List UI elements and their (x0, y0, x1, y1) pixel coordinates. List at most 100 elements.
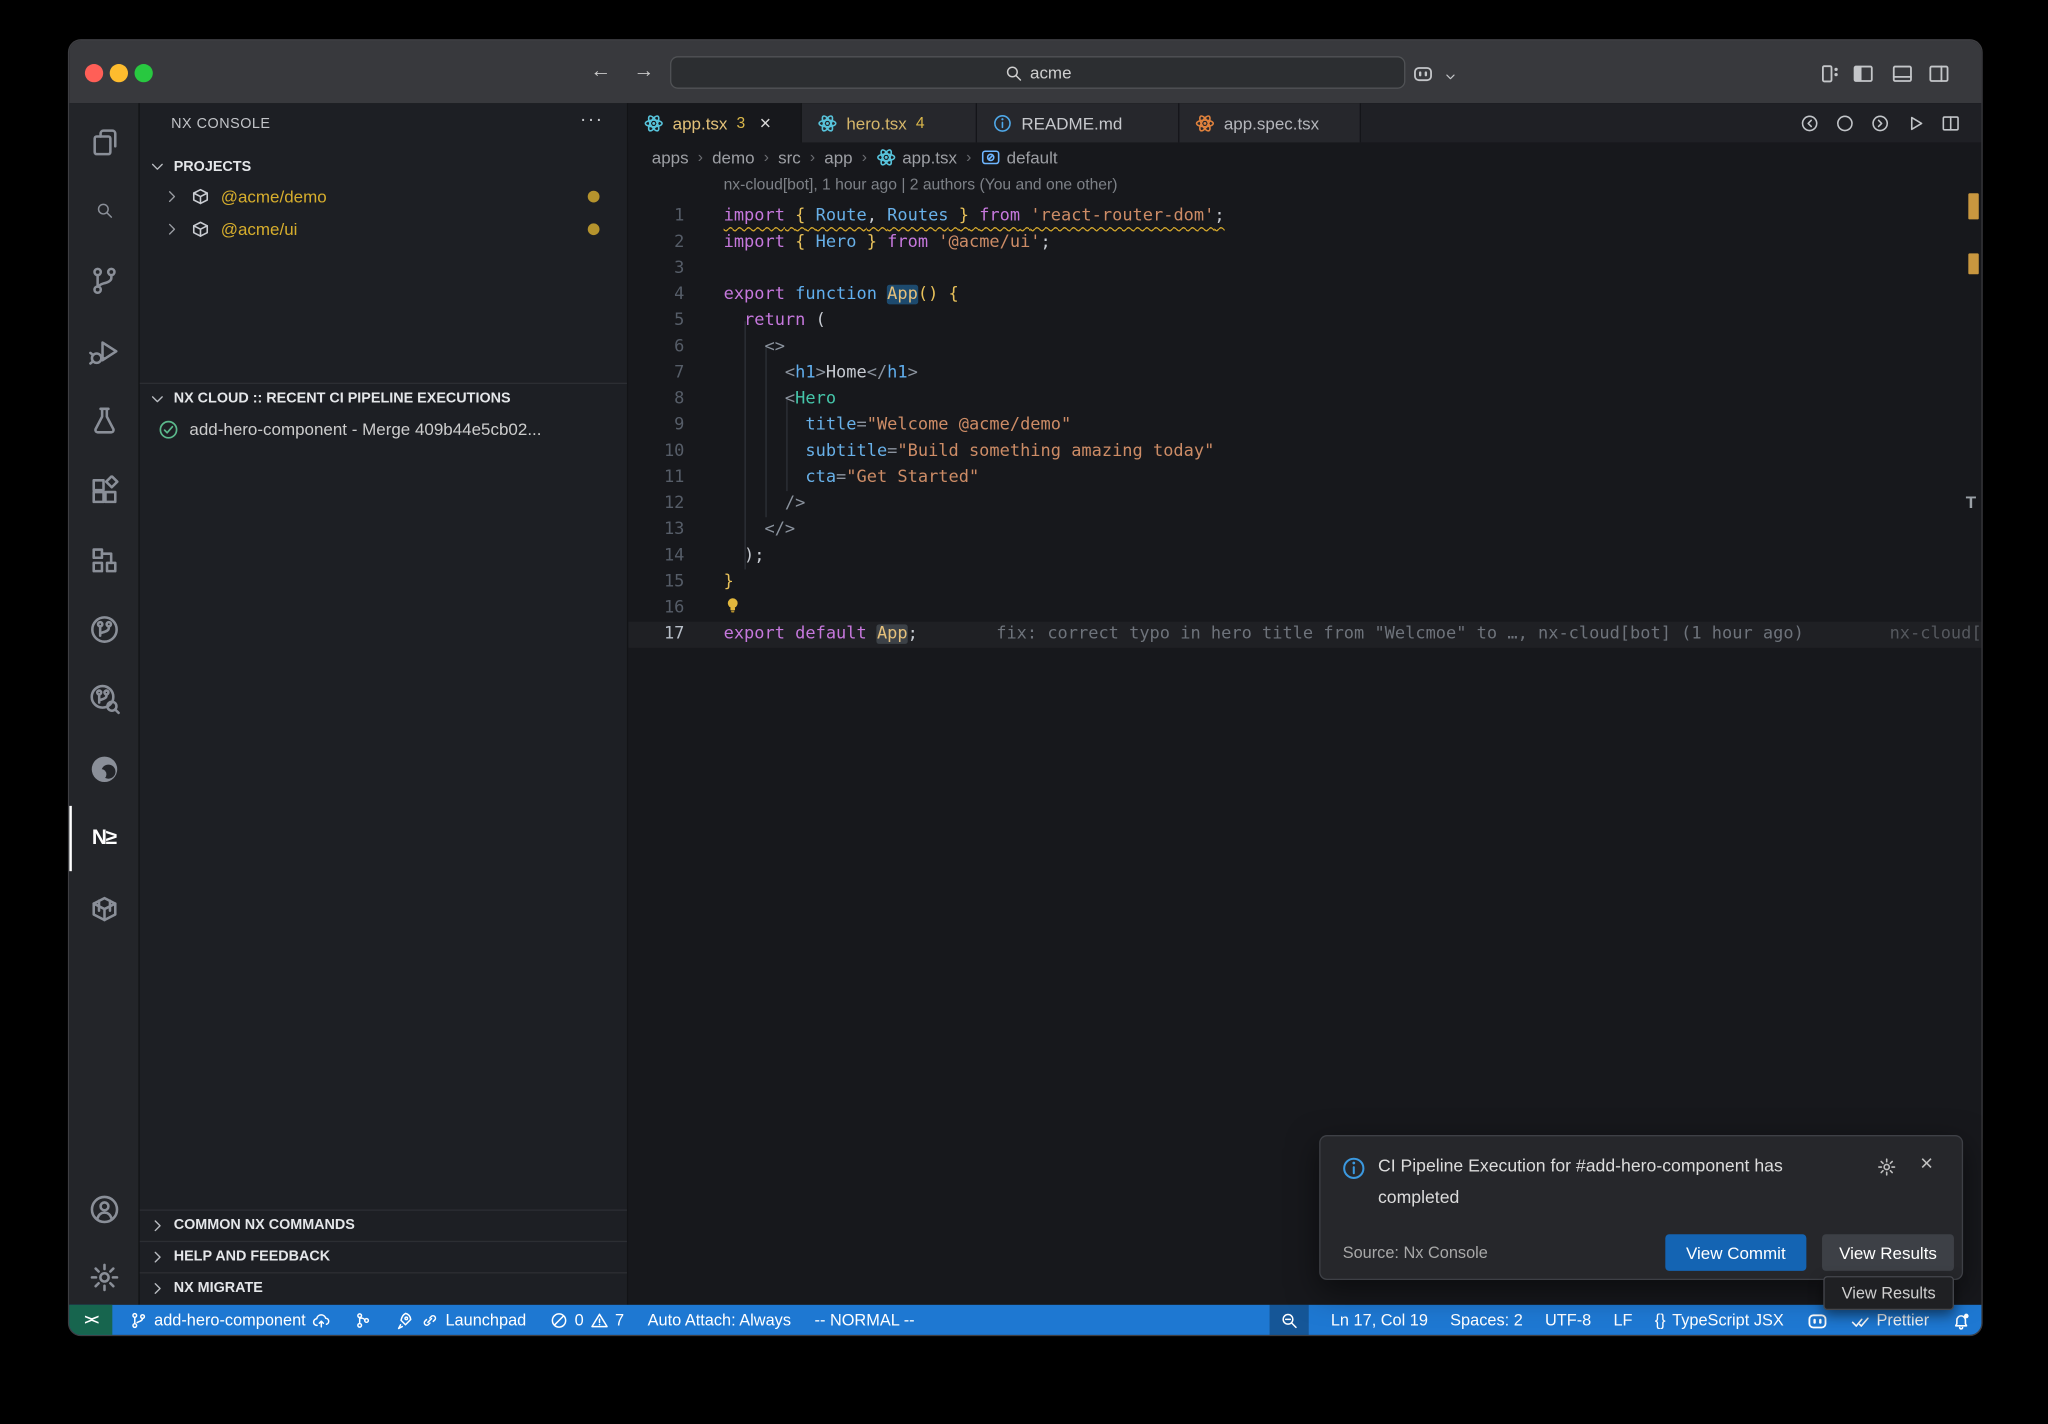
status-cursor-position[interactable]: Ln 17, Col 19 (1331, 1311, 1428, 1329)
code-line-4[interactable]: 4export function App() { (628, 282, 1982, 308)
chevron-down-icon[interactable] (1443, 67, 1457, 91)
nx-cloud-section-header[interactable]: NX CLOUD :: RECENT CI PIPELINE EXECUTION… (140, 383, 627, 413)
collapsed-section-0[interactable]: COMMON NX COMMANDS (140, 1209, 627, 1239)
back-button[interactable]: ← (590, 57, 611, 86)
view-results-button[interactable]: View Results (1822, 1234, 1954, 1271)
projects-section-header[interactable]: PROJECTS (140, 152, 627, 182)
line-content: title="Welcome @acme/demo" (724, 413, 1072, 439)
activity-item-testing[interactable] (69, 394, 138, 446)
zoom-traffic-light[interactable] (135, 64, 153, 82)
activity-item-run-and-debug[interactable] (69, 325, 138, 377)
code-line-2[interactable]: 2import { Hero } from '@acme/ui'; (628, 230, 1982, 256)
info-icon (993, 113, 1013, 133)
status-text: LF (1613, 1311, 1632, 1329)
activity-item-explorer[interactable] (69, 116, 138, 168)
activity-item-accounts[interactable] (69, 1183, 138, 1235)
code-line-15[interactable]: 15} (628, 569, 1982, 595)
view-commit-button[interactable]: View Commit (1665, 1234, 1806, 1271)
status-source-control-graph[interactable] (354, 1311, 372, 1329)
code-area[interactable]: 1import { Route, Routes } from 'react-ro… (628, 204, 1982, 648)
activity-item-nx-console[interactable]: N≥ (69, 812, 138, 864)
editor-action-circle[interactable] (1835, 113, 1855, 133)
code-line-12[interactable]: 12 /> (628, 491, 1982, 517)
pipeline-execution-item[interactable]: add-hero-component - Merge 409b44e5cb02.… (140, 413, 627, 446)
activity-item-source-control[interactable] (69, 255, 138, 307)
tab-app.spec.tsx[interactable]: app.spec.tsx (1179, 103, 1361, 142)
tab-hero.tsx[interactable]: hero.tsx4 (802, 103, 977, 142)
breadcrumb[interactable]: apps›demo›src›app›app.tsx›default (652, 142, 1058, 171)
status-indentation[interactable]: Spaces: 2 (1450, 1311, 1523, 1329)
editor-action-split-editor[interactable] (1941, 113, 1961, 133)
activity-item-settings-gear[interactable] (69, 1251, 138, 1303)
project-item[interactable]: @acme/ui (140, 213, 627, 246)
status-language-mode[interactable]: {}TypeScript JSX (1655, 1311, 1784, 1329)
status-eol[interactable]: LF (1613, 1311, 1632, 1329)
activity-item-nx-graph[interactable] (69, 534, 138, 586)
workbench: N≥ NX CONSOLE ··· PROJECTS @acme/demo@ac… (69, 103, 1982, 1305)
editor-action-next-change[interactable] (1870, 113, 1890, 133)
lightbulb-icon[interactable] (724, 596, 742, 617)
toggle-secondary-sidebar-icon[interactable] (1928, 63, 1950, 92)
code-line-16[interactable]: 16 (628, 596, 1982, 622)
breadcrumb-item-app[interactable]: app (824, 147, 852, 167)
activity-item-search[interactable] (69, 184, 138, 236)
breadcrumb-item-src[interactable]: src (778, 147, 801, 167)
activity-item-nx-project-details[interactable] (69, 673, 138, 725)
status-launchpad[interactable]: Launchpad (396, 1311, 526, 1329)
line-content: export function App() { (724, 282, 959, 308)
close-icon[interactable]: × (760, 112, 771, 134)
code-line-7[interactable]: 7 <h1>Home</h1> (628, 360, 1982, 386)
activity-item-package-explorer[interactable] (69, 883, 138, 935)
breadcrumb-item-apps[interactable]: apps (652, 147, 689, 167)
activity-item-extensions[interactable] (69, 465, 138, 517)
command-center-search[interactable]: acme (670, 56, 1405, 89)
status-zoom-indicator[interactable] (1269, 1305, 1308, 1336)
code-line-13[interactable]: 13 </> (628, 517, 1982, 543)
customize-layout-icon[interactable] (1819, 63, 1841, 92)
editor-action-run-file[interactable] (1906, 113, 1926, 133)
collapsed-section-2[interactable]: NX MIGRATE (140, 1272, 627, 1302)
status-encoding[interactable]: UTF-8 (1545, 1311, 1591, 1329)
close-traffic-light[interactable] (85, 64, 103, 82)
editor-action-prev-change[interactable] (1800, 113, 1820, 133)
code-line-11[interactable]: 11 cta="Get Started" (628, 465, 1982, 491)
toggle-primary-sidebar-icon[interactable] (1852, 63, 1874, 92)
close-icon[interactable]: × (1920, 1151, 1933, 1177)
status-vim-mode[interactable]: -- NORMAL -- (815, 1311, 915, 1329)
code-line-8[interactable]: 8 <Hero (628, 387, 1982, 413)
code-line-17[interactable]: 17export default App;fix: correct typo i… (628, 622, 1982, 648)
status-notifications-bell[interactable] (1951, 1311, 1971, 1331)
activity-item-edge-browser[interactable] (69, 743, 138, 795)
code-line-14[interactable]: 14 ); (628, 543, 1982, 569)
more-actions-icon[interactable]: ··· (580, 108, 604, 130)
status-copilot-status[interactable] (1806, 1309, 1828, 1331)
code-line-9[interactable]: 9 title="Welcome @acme/demo" (628, 413, 1982, 439)
activity-item-nx-cloud-circle[interactable] (69, 603, 138, 655)
code-line-1[interactable]: 1import { Route, Routes } from 'react-ro… (628, 204, 1982, 230)
tab-app.tsx[interactable]: app.tsx3× (628, 103, 802, 142)
code-line-6[interactable]: 6 <> (628, 334, 1982, 360)
minimize-traffic-light[interactable] (110, 64, 128, 82)
toggle-panel-icon[interactable] (1891, 63, 1913, 92)
cloud-upload-icon (312, 1311, 330, 1329)
breadcrumb-item-demo[interactable]: demo (712, 147, 754, 167)
line-number: 14 (628, 543, 684, 569)
status-text: Auto Attach: Always (648, 1311, 791, 1329)
breadcrumb-item-default[interactable]: default (981, 147, 1058, 167)
breadcrumb-separator: › (764, 148, 769, 166)
gear-icon[interactable] (1877, 1157, 1897, 1177)
status-formatter[interactable]: Prettier (1850, 1311, 1929, 1331)
tab-README.md[interactable]: README.md (977, 103, 1179, 142)
code-line-10[interactable]: 10 subtitle="Build something amazing tod… (628, 439, 1982, 465)
status-problems[interactable]: 07 (550, 1311, 624, 1329)
code-line-3[interactable]: 3 (628, 256, 1982, 282)
project-item[interactable]: @acme/demo (140, 180, 627, 213)
status-auto-attach[interactable]: Auto Attach: Always (648, 1311, 791, 1329)
breadcrumb-item-app.tsx[interactable]: app.tsx (876, 147, 957, 167)
forward-button[interactable]: → (633, 57, 654, 86)
remote-indicator[interactable]: >< (69, 1305, 112, 1336)
collapsed-section-1[interactable]: HELP AND FEEDBACK (140, 1241, 627, 1271)
copilot-icon[interactable] (1412, 63, 1434, 92)
code-line-5[interactable]: 5 return ( (628, 308, 1982, 334)
status-branch-indicator[interactable]: add-hero-component (129, 1311, 330, 1329)
